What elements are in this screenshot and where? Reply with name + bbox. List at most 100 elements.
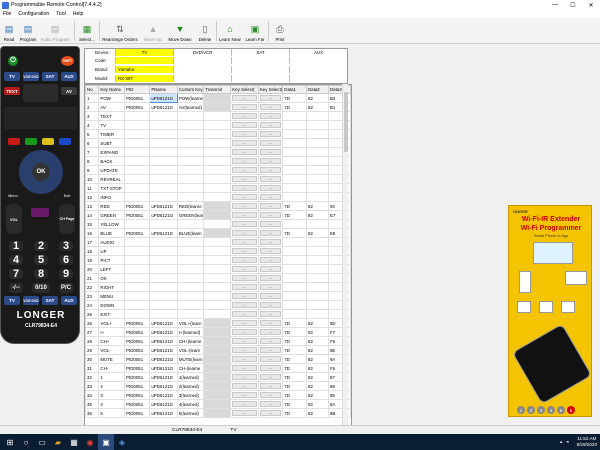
key-select-cell[interactable]: ... bbox=[230, 201, 259, 211]
key-select-cell[interactable]: ... bbox=[257, 129, 284, 139]
table-cell[interactable] bbox=[203, 228, 232, 238]
table-cell[interactable] bbox=[203, 354, 232, 364]
ad-page-dot[interactable]: 5 bbox=[557, 406, 565, 414]
key-select-button[interactable]: ... bbox=[259, 221, 282, 227]
key-select-button[interactable]: ... bbox=[232, 257, 257, 263]
key-select-cell[interactable]: ... bbox=[257, 363, 284, 373]
table-row[interactable]: 34 3 PID0051 uPD6121G 3(learned)...... 7D 82 89 bbox=[85, 390, 351, 400]
key-select-button[interactable]: ... bbox=[232, 311, 257, 317]
table-row[interactable]: 19 PICT...... bbox=[85, 255, 351, 265]
model-field-dvd[interactable] bbox=[173, 75, 231, 82]
network-icon[interactable]: ▴ bbox=[560, 439, 562, 445]
key-select-cell[interactable]: ... bbox=[230, 228, 259, 238]
key-select-button[interactable]: ... bbox=[259, 230, 282, 236]
key-select-cell[interactable]: ... bbox=[230, 246, 259, 256]
key-select-button[interactable]: ... bbox=[259, 401, 282, 407]
key-select-cell[interactable]: ... bbox=[230, 309, 259, 319]
table-cell[interactable] bbox=[203, 318, 232, 328]
key-select-button[interactable]: ... bbox=[232, 158, 257, 164]
table-cell[interactable] bbox=[203, 165, 232, 175]
model-field[interactable]: RX-397 bbox=[115, 75, 173, 82]
key-select-button[interactable]: ... bbox=[259, 293, 282, 299]
remote-teletext-cluster[interactable] bbox=[23, 84, 58, 102]
key-select-button[interactable]: ... bbox=[232, 293, 257, 299]
table-row[interactable]: 4 TV...... bbox=[85, 120, 351, 130]
key-select-cell[interactable]: ... bbox=[257, 174, 284, 184]
table-row[interactable]: 7 EXPAND...... bbox=[85, 147, 351, 157]
table-cell[interactable] bbox=[203, 399, 232, 409]
table-row[interactable]: 3 TEXT...... bbox=[85, 111, 351, 121]
menu-tool[interactable]: Tool bbox=[56, 11, 66, 17]
table-row[interactable]: 22 RIGHT...... bbox=[85, 282, 351, 292]
table-cell[interactable] bbox=[203, 300, 232, 310]
key-select-button[interactable]: ... bbox=[232, 338, 257, 344]
scrollbar-thumb[interactable] bbox=[344, 92, 348, 152]
digit-8-button[interactable]: 8 bbox=[34, 268, 48, 280]
table-row[interactable]: 27 I+ PID0051 uPD6121G I+(learned)...... 7D 82… bbox=[85, 327, 351, 337]
key-select-button[interactable]: ... bbox=[259, 122, 282, 128]
key-select-cell[interactable]: ... bbox=[257, 372, 284, 382]
brand-field-sat[interactable] bbox=[231, 66, 289, 73]
key-select-button[interactable]: ... bbox=[259, 257, 282, 263]
table-row[interactable]: 2 AV PID0051 uPD6121G AV(learned)...... 7D 82 B… bbox=[85, 102, 351, 112]
key-select-button[interactable]: ... bbox=[232, 248, 257, 254]
device-tab-aux[interactable]: AUX bbox=[289, 49, 347, 56]
channel-rocker[interactable]: CH Page bbox=[59, 204, 75, 234]
key-select-button[interactable]: ... bbox=[259, 329, 282, 335]
key-select-button[interactable]: ... bbox=[232, 176, 257, 182]
key-select-button[interactable]: ... bbox=[232, 239, 257, 245]
key-select-cell[interactable]: ... bbox=[230, 390, 259, 400]
menu-configuration[interactable]: Configuration bbox=[18, 11, 49, 17]
key-select-cell[interactable]: ... bbox=[230, 165, 259, 175]
table-cell[interactable] bbox=[203, 309, 232, 319]
device-tab-dvd-vcr[interactable]: DVD/VCR bbox=[173, 49, 231, 56]
key-select-cell[interactable]: ... bbox=[230, 183, 259, 193]
key-select-cell[interactable]: ... bbox=[230, 300, 259, 310]
digit-4-button[interactable]: 4 bbox=[9, 254, 23, 266]
ok-button[interactable]: OK bbox=[32, 163, 50, 181]
key-select-cell[interactable]: ... bbox=[230, 156, 259, 166]
key-select-cell[interactable]: ... bbox=[257, 138, 284, 148]
key-select-button[interactable]: ... bbox=[232, 275, 257, 281]
remote-vcr-dvd-button[interactable]: VCR DVD bbox=[23, 72, 39, 81]
key-select-cell[interactable]: ... bbox=[230, 336, 259, 346]
key-select-cell[interactable]: ... bbox=[257, 111, 284, 121]
table-cell[interactable] bbox=[203, 138, 232, 148]
menu-file[interactable]: File bbox=[3, 11, 11, 17]
key-select-cell[interactable]: ... bbox=[230, 354, 259, 364]
maximize-button[interactable]: ☐ bbox=[564, 0, 582, 10]
digit-1-button[interactable]: 1 bbox=[9, 240, 23, 252]
remote-tv-button[interactable]: TV bbox=[4, 72, 20, 81]
key-select-cell[interactable]: ... bbox=[257, 282, 284, 292]
key-select-cell[interactable]: ... bbox=[230, 363, 259, 373]
volume-icon[interactable]: ◂ bbox=[566, 439, 568, 445]
table-row[interactable]: 35 4 PID0051 uPD6121G 4(learned)...... 7D 82 8A bbox=[85, 399, 351, 409]
table-cell[interactable] bbox=[203, 237, 232, 247]
table-cell[interactable] bbox=[203, 255, 232, 265]
code-field-aux[interactable] bbox=[289, 57, 347, 64]
key-select-cell[interactable]: ... bbox=[257, 345, 284, 355]
code-field-sat[interactable] bbox=[231, 57, 289, 64]
key-select-cell[interactable]: ... bbox=[230, 408, 259, 418]
key-select-cell[interactable]: ... bbox=[257, 264, 284, 274]
table-cell[interactable] bbox=[203, 210, 232, 220]
search-icon[interactable]: ○ bbox=[18, 434, 34, 450]
key-select-cell[interactable]: ... bbox=[230, 264, 259, 274]
ad-page-dot[interactable]: 3 bbox=[537, 406, 545, 414]
table-cell[interactable] bbox=[203, 129, 232, 139]
power-button[interactable]: ⏻ bbox=[8, 56, 18, 66]
key-select-cell[interactable]: ... bbox=[230, 192, 259, 202]
key-select-button[interactable]: ... bbox=[232, 167, 257, 173]
table-cell[interactable] bbox=[203, 147, 232, 157]
remote-sat-button[interactable]: SAT bbox=[42, 72, 58, 81]
key-select-button[interactable]: ... bbox=[259, 410, 282, 416]
column-header[interactable]: Data2 bbox=[306, 85, 329, 94]
learn-far-button[interactable]: ▣ Learn Far bbox=[244, 20, 266, 43]
key-select-button[interactable]: ... bbox=[232, 383, 257, 389]
table-cell[interactable] bbox=[203, 93, 232, 103]
calculator-icon[interactable]: ▦ bbox=[66, 434, 82, 450]
key-select-cell[interactable]: ... bbox=[230, 255, 259, 265]
key-select-button[interactable]: ... bbox=[259, 347, 282, 353]
key-select-button[interactable]: ... bbox=[259, 365, 282, 371]
key-select-button[interactable]: ... bbox=[259, 239, 282, 245]
